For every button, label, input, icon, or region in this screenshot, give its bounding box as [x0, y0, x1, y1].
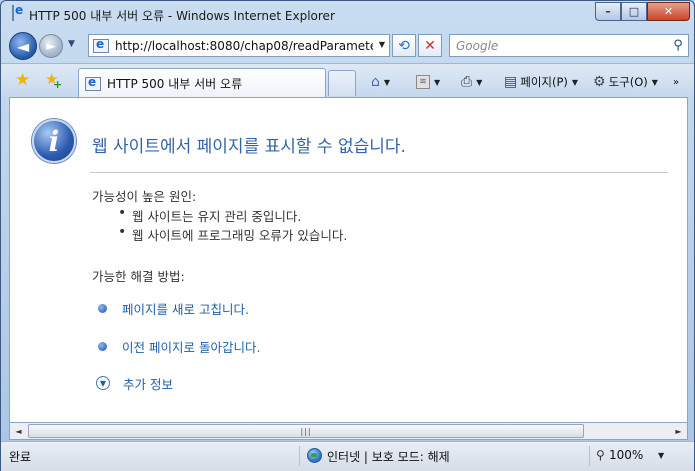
- address-dropdown-icon[interactable]: ▼: [379, 40, 385, 49]
- search-box[interactable]: Google ⚲: [449, 34, 689, 57]
- more-info-action[interactable]: ▼ 추가 정보: [96, 373, 173, 393]
- list-item: 웹 사이트에 프로그래밍 오류가 있습니다.: [118, 224, 347, 244]
- scroll-right-icon[interactable]: ►: [670, 423, 687, 439]
- expand-down-icon[interactable]: ▼: [96, 376, 110, 390]
- scroll-left-icon[interactable]: ◄: [10, 423, 27, 439]
- refresh-page-action[interactable]: 페이지를 새로 고칩니다.: [98, 298, 249, 318]
- minimize-button[interactable]: –: [595, 2, 621, 21]
- stop-icon: ✕: [424, 37, 436, 54]
- security-zone[interactable]: 인터넷 | 보호 모드: 해제: [327, 448, 450, 465]
- divider: [589, 446, 590, 466]
- chevron-down-icon: ▼: [476, 77, 483, 87]
- divider: [299, 446, 300, 466]
- home-button[interactable]: ⌂ ▼: [371, 72, 390, 92]
- stop-button[interactable]: ✕: [418, 34, 442, 57]
- print-button[interactable]: ⎙ ▼: [461, 72, 482, 92]
- tab-active[interactable]: HTTP 500 내부 서버 오류: [78, 68, 326, 98]
- tab-label: HTTP 500 내부 서버 오류: [107, 77, 243, 91]
- chevron-down-icon: ▼: [434, 77, 441, 87]
- page-menu-icon: ▤: [504, 74, 518, 90]
- favorites-star-icon[interactable]: ★: [15, 72, 30, 89]
- recent-pages-dropdown[interactable]: ▼: [68, 39, 75, 49]
- list-item: 웹 사이트는 유지 관리 중입니다.: [118, 205, 347, 225]
- navigation-bar: ◄ ► ▼ http://localhost:8080/chap08/readP…: [1, 29, 694, 63]
- page-menu[interactable]: ▤ 페이지(P) ▼: [504, 72, 578, 92]
- printer-icon: ⎙: [461, 74, 473, 90]
- globe-icon: [307, 448, 322, 463]
- tools-menu-label: 도구(O): [608, 75, 648, 89]
- address-input[interactable]: http://localhost:8080/chap08/readParamet…: [115, 39, 373, 53]
- go-back-link[interactable]: 이전 페이지로 돌아갑니다.: [122, 337, 260, 356]
- refresh-button[interactable]: ⟲: [392, 34, 416, 57]
- more-info-link[interactable]: 추가 정보: [123, 374, 173, 393]
- refresh-page-link[interactable]: 페이지를 새로 고칩니다.: [122, 299, 249, 318]
- divider: [90, 172, 668, 173]
- causes-list: 웹 사이트는 유지 관리 중입니다. 웹 사이트에 프로그래밍 오류가 있습니다…: [118, 205, 347, 244]
- solutions-title: 가능한 해결 방법:: [92, 269, 185, 284]
- chevron-down-icon: ▼: [383, 77, 391, 87]
- horizontal-scrollbar[interactable]: ◄ ||| ►: [9, 423, 688, 440]
- caption-buttons: – □ ✕: [595, 2, 690, 21]
- status-text: 완료: [9, 450, 32, 464]
- maximize-button[interactable]: □: [621, 2, 647, 21]
- info-icon: i: [32, 119, 76, 163]
- ie-window: HTTP 500 내부 서버 오류 - Windows Internet Exp…: [0, 0, 695, 471]
- home-icon: ⌂: [371, 74, 380, 90]
- zoom-level[interactable]: 100%: [609, 448, 643, 462]
- search-icon[interactable]: ⚲: [668, 38, 688, 53]
- tools-menu[interactable]: ⚙ 도구(O) ▼: [593, 72, 658, 92]
- new-tab-button[interactable]: [328, 70, 356, 96]
- forward-arrow-icon: ►: [46, 38, 56, 54]
- page-menu-label: 페이지(P): [520, 75, 568, 89]
- feeds-button[interactable]: ≋ ▼: [416, 72, 440, 92]
- rss-feed-icon: ≋: [416, 75, 430, 89]
- search-input[interactable]: Google: [456, 39, 668, 53]
- page-content: i 웹 사이트에서 페이지를 표시할 수 없습니다. 가능성이 높은 원인: 웹…: [9, 97, 688, 423]
- add-favorites-icon[interactable]: ★: [45, 71, 63, 94]
- title-bar: HTTP 500 내부 서버 오류 - Windows Internet Exp…: [1, 1, 694, 29]
- more-commands-icon[interactable]: »: [673, 72, 679, 92]
- refresh-icon: ⟲: [398, 37, 410, 54]
- page-icon: [85, 75, 101, 91]
- page-icon: [93, 37, 109, 53]
- go-back-action[interactable]: 이전 페이지로 돌아갑니다.: [98, 336, 260, 356]
- ie-logo-icon: [12, 5, 14, 21]
- address-bar[interactable]: http://localhost:8080/chap08/readParamet…: [88, 34, 390, 57]
- page-heading: 웹 사이트에서 페이지를 표시할 수 없습니다.: [92, 137, 406, 157]
- back-arrow-icon: ◄: [16, 36, 30, 56]
- chevron-down-icon: ▼: [571, 77, 579, 87]
- tab-command-bar: ★ ★ HTTP 500 내부 서버 오류 ⌂▼ ≋▼ ⎙▼ ▤ 페이지(P) …: [1, 63, 694, 98]
- bullet-icon: [98, 303, 107, 313]
- status-bar: 완료 인터넷 | 보호 모드: 해제 ⚲ 100% ▼: [1, 441, 694, 471]
- close-button[interactable]: ✕: [647, 2, 690, 21]
- scrollbar-thumb[interactable]: |||: [28, 424, 584, 438]
- gear-icon: ⚙: [593, 74, 606, 90]
- bullet-icon: [98, 341, 107, 351]
- chevron-down-icon: ▼: [651, 77, 658, 87]
- back-button[interactable]: ◄: [9, 32, 37, 60]
- zoom-icon: ⚲: [596, 448, 605, 462]
- causes-title: 가능성이 높은 원인:: [92, 189, 197, 204]
- forward-button[interactable]: ►: [39, 34, 63, 58]
- zoom-dropdown-icon[interactable]: ▼: [658, 451, 664, 460]
- window-title: HTTP 500 내부 서버 오류 - Windows Internet Exp…: [29, 9, 335, 23]
